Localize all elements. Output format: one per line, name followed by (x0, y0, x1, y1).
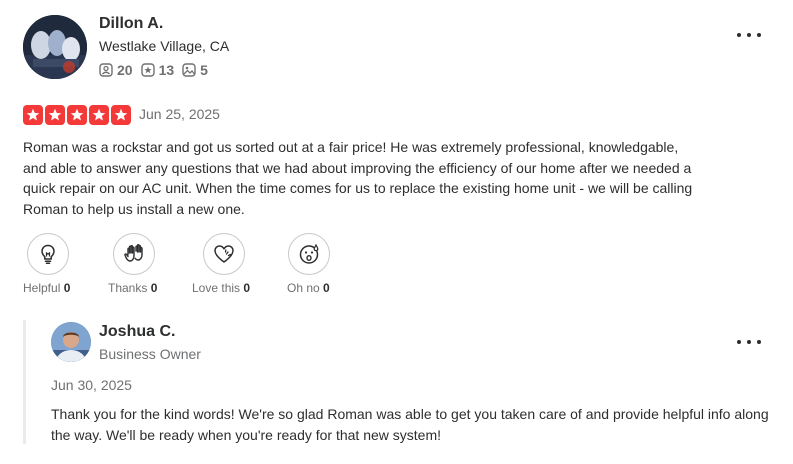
review-text: Roman was a rockstar and got us sorted o… (23, 139, 693, 217)
more-dot-icon (747, 340, 751, 344)
helpful-label: Helpful 0 (23, 281, 71, 295)
more-dot-icon (737, 33, 741, 37)
love-this-label: Love this 0 (192, 281, 251, 295)
thanks-reaction-button[interactable]: Thanks 0 (108, 233, 157, 295)
helpful-reaction-button[interactable]: Helpful 0 (23, 233, 70, 295)
rating-star-icon (89, 105, 109, 125)
love-this-reaction-button[interactable]: Love this 0 (192, 233, 250, 295)
reviews-count: 13 (158, 62, 175, 78)
lightbulb-icon (41, 244, 55, 264)
reviews-stat: 13 (140, 62, 175, 78)
friends-stat: 20 (99, 62, 133, 78)
high-five-icon (124, 244, 143, 262)
reply-more-options-button[interactable] (737, 336, 761, 348)
oh-no-reaction-button[interactable]: Oh no 0 (287, 233, 330, 295)
oh-no-circle[interactable] (288, 233, 330, 275)
photos-count: 5 (200, 62, 208, 78)
rating-star-icon (111, 105, 131, 125)
oh-no-face-icon (299, 243, 319, 264)
love-this-circle[interactable] (203, 233, 245, 275)
rating-star-icon (67, 105, 87, 125)
reply-date: Jun 30, 2025 (51, 377, 132, 393)
thanks-label: Thanks 0 (108, 281, 158, 295)
reviewer-stats: 20 13 5 (99, 62, 216, 78)
photo-icon (182, 63, 196, 77)
reviewer-name[interactable]: Dillon A. (99, 15, 163, 33)
heart-icon (214, 245, 234, 263)
helpful-circle[interactable] (27, 233, 69, 275)
rating-star-icon (45, 105, 65, 125)
more-dot-icon (757, 340, 761, 344)
more-dot-icon (737, 340, 741, 344)
more-dot-icon (757, 33, 761, 37)
friends-count: 20 (117, 62, 133, 78)
thanks-circle[interactable] (113, 233, 155, 275)
owner-avatar[interactable] (51, 322, 91, 362)
more-dot-icon (747, 33, 751, 37)
reply-text: Thank you for the kind words! We're so g… (51, 406, 769, 443)
friends-icon (99, 63, 113, 77)
review-more-options-button[interactable] (737, 29, 761, 41)
owner-role: Business Owner (99, 346, 201, 362)
reviewer-avatar[interactable] (23, 15, 87, 79)
owner-name[interactable]: Joshua C. (99, 323, 175, 341)
reviewer-location: Westlake Village, CA (99, 38, 230, 54)
photos-stat: 5 (182, 62, 208, 78)
star-rating (23, 105, 133, 125)
rating-star-icon (23, 105, 43, 125)
oh-no-label: Oh no 0 (287, 281, 330, 295)
review-star-icon (140, 63, 155, 77)
review-date: Jun 25, 2025 (139, 106, 220, 122)
reply-divider-bar (23, 320, 26, 444)
